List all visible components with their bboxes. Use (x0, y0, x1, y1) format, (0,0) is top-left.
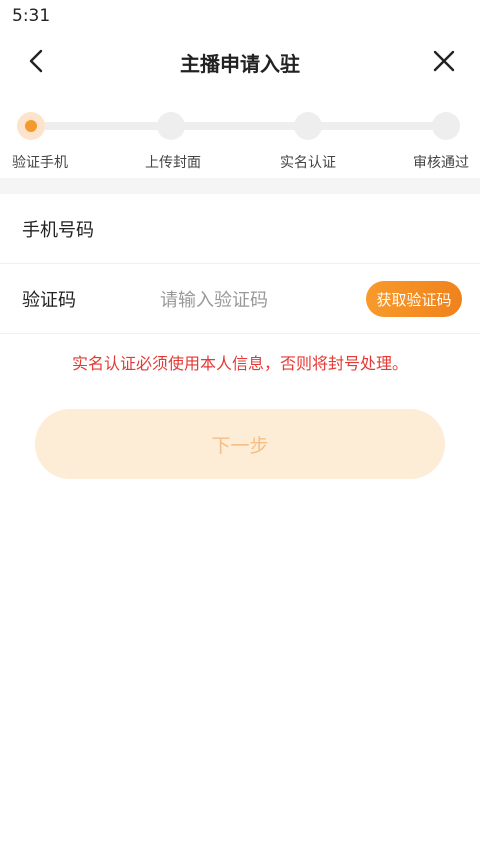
step-2-dot (157, 112, 185, 140)
code-label: 验证码 (22, 290, 76, 311)
next-step-button[interactable]: 下一步 (35, 409, 445, 479)
phone-input[interactable] (110, 214, 450, 246)
step-4-label: 审核通过 (413, 155, 469, 171)
step-3-label: 实名认证 (280, 155, 336, 171)
status-bar: 5:31 (0, 0, 480, 34)
step-2-label: 上传封面 (145, 155, 201, 171)
step-1-label: 验证手机 (12, 155, 68, 171)
code-row: 验证码 获取验证码 (0, 264, 480, 334)
step-3-dot (294, 112, 322, 140)
stepper-track (30, 122, 450, 130)
phone-label: 手机号码 (22, 220, 94, 241)
get-code-button[interactable]: 获取验证码 (366, 281, 462, 317)
step-1-dot (17, 112, 45, 140)
status-time: 5:31 (12, 6, 51, 26)
code-input[interactable] (160, 284, 350, 316)
progress-stepper: 验证手机 上传封面 实名认证 审核通过 (0, 100, 480, 178)
page-title: 主播申请入驻 (180, 52, 300, 76)
close-icon (433, 50, 455, 72)
step-4-dot (432, 112, 460, 140)
warning-text: 实名认证必须使用本人信息，否则将封号处理。 (71, 354, 408, 373)
phone-row: 手机号码 (0, 194, 480, 264)
app-screen: 5:31 主播申请入驻 验证手机 上传封面 实名认证 审核通过 手机号码 验证码… (0, 0, 480, 853)
close-button[interactable] (426, 44, 462, 78)
section-divider (0, 178, 480, 194)
nav-bar: 主播申请入驻 (0, 34, 480, 88)
